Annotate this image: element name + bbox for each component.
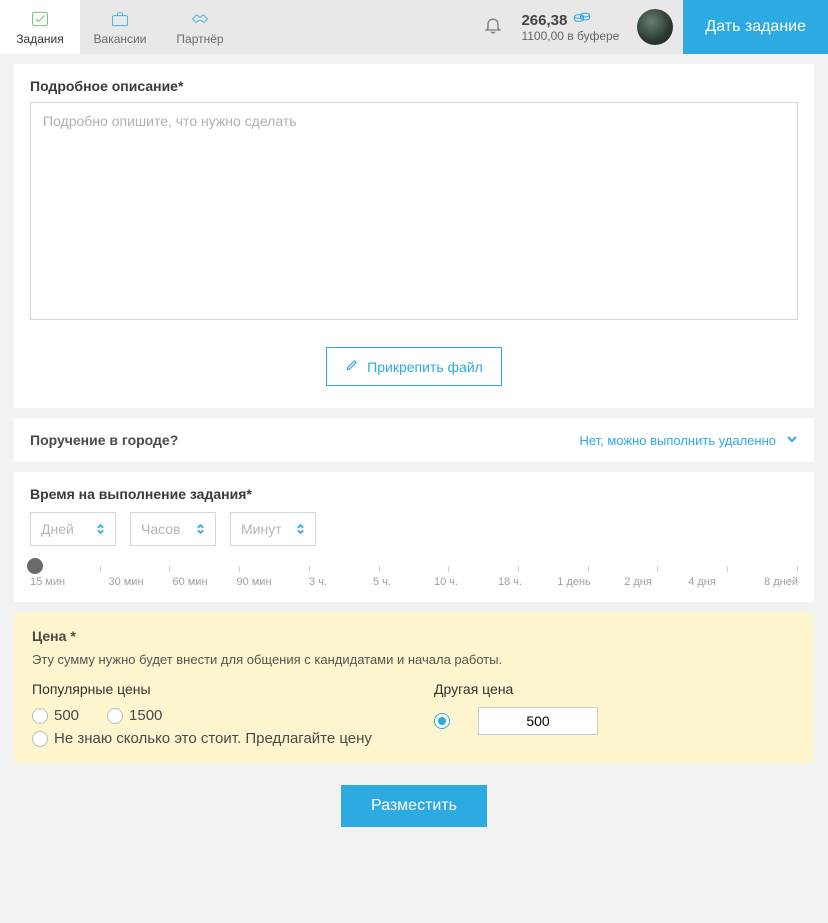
avatar[interactable] xyxy=(637,9,673,45)
other-price-col: Другая цена xyxy=(434,681,796,747)
slider-knob[interactable] xyxy=(27,558,43,574)
nav-tab-label: Задания xyxy=(16,32,63,46)
popular-prices-label: Популярные цены xyxy=(32,681,394,697)
attach-label: Прикрепить файл xyxy=(367,359,483,375)
slider-tick-label: 5 ч. xyxy=(350,576,414,588)
slider-tick-label: 4 дня xyxy=(670,576,734,588)
price-heading: Цена * xyxy=(32,628,796,644)
briefcase-icon xyxy=(110,8,130,30)
description-textarea[interactable] xyxy=(30,102,798,320)
balance-buffer: 1100,00 в буфере xyxy=(521,29,619,43)
city-answer-text: Нет, можно выполнить удаленно xyxy=(579,433,776,448)
chevron-down-icon xyxy=(786,433,798,448)
nav-tab-label: Вакансии xyxy=(94,32,147,46)
price-radio-1500[interactable]: 1500 xyxy=(107,707,162,724)
radio-icon xyxy=(107,708,123,724)
nav-tab-tasks[interactable]: Задания xyxy=(0,0,80,54)
price-note: Эту сумму нужно будет внести для общения… xyxy=(32,652,796,667)
submit-row: Разместить xyxy=(0,763,828,849)
stepper-arrows-icon xyxy=(296,523,305,535)
nav-tab-vacancies[interactable]: Вакансии xyxy=(80,0,160,54)
balance-block[interactable]: 266,38 1100,00 в буфере xyxy=(513,11,627,43)
price-radio-500[interactable]: 500 xyxy=(32,707,79,724)
handshake-icon xyxy=(190,8,210,30)
city-panel: Поручение в городе? Нет, можно выполнить… xyxy=(14,418,814,462)
price-radio-other[interactable] xyxy=(434,713,450,729)
stepper-arrows-icon xyxy=(96,523,105,535)
notifications-bell[interactable] xyxy=(473,15,513,40)
minutes-label: Минут xyxy=(241,521,282,537)
hours-label: Часов xyxy=(141,521,181,537)
days-stepper[interactable]: Дней xyxy=(30,512,116,546)
price-panel: Цена * Эту сумму нужно будет внести для … xyxy=(14,612,814,763)
price-radio-unknown[interactable]: Не знаю сколько это стоит. Предлагайте ц… xyxy=(32,730,394,747)
slider-tick-label: 1 день xyxy=(542,576,606,588)
popular-prices-col: Популярные цены 500 1500 Не знаю сколько… xyxy=(32,681,394,747)
attach-file-button[interactable]: Прикрепить файл xyxy=(326,347,502,386)
description-heading: Подробное описание* xyxy=(30,78,798,94)
days-label: Дней xyxy=(41,521,74,537)
price-input[interactable] xyxy=(478,707,598,735)
create-task-button[interactable]: Дать задание xyxy=(683,0,828,54)
nav-tab-partner[interactable]: Партнёр xyxy=(160,0,240,54)
other-price-label: Другая цена xyxy=(434,681,796,697)
slider-tick-label: 8 дней xyxy=(734,576,798,588)
pencil-icon xyxy=(345,358,359,375)
city-question: Поручение в городе? xyxy=(30,432,178,448)
slider-tick-label: 60 мин xyxy=(158,576,222,588)
radio-icon xyxy=(32,731,48,747)
time-panel: Время на выполнение задания* Дней Часов … xyxy=(14,472,814,602)
bell-icon xyxy=(483,15,503,40)
slider-tick-label: 30 мин xyxy=(94,576,158,588)
slider-tick-label: 10 ч. xyxy=(414,576,478,588)
slider-tick-label: 90 мин xyxy=(222,576,286,588)
hours-stepper[interactable]: Часов xyxy=(130,512,216,546)
slider-tick-label: 18 ч. xyxy=(478,576,542,588)
radio-icon xyxy=(434,713,450,729)
slider-tick-label: 2 дня xyxy=(606,576,670,588)
time-heading: Время на выполнение задания* xyxy=(30,486,798,502)
minutes-stepper[interactable]: Минут xyxy=(230,512,316,546)
radio-label: 500 xyxy=(54,707,79,724)
radio-label: Не знаю сколько это стоит. Предлагайте ц… xyxy=(54,730,372,747)
radio-icon xyxy=(32,708,48,724)
slider-tick-label: 3 ч. xyxy=(286,576,350,588)
balance-amount: 266,38 xyxy=(521,12,567,29)
description-panel: Подробное описание* Прикрепить файл xyxy=(14,64,814,408)
submit-button[interactable]: Разместить xyxy=(341,785,487,827)
check-envelope-icon xyxy=(30,8,50,30)
top-bar: Задания Вакансии Партнёр 266,38 1100,00 … xyxy=(0,0,828,54)
slider-tick-label: 15 мин xyxy=(30,576,94,588)
stepper-arrows-icon xyxy=(196,523,205,535)
nav-tab-label: Партнёр xyxy=(176,32,223,46)
city-answer-toggle[interactable]: Нет, можно выполнить удаленно xyxy=(579,433,798,448)
coins-icon xyxy=(573,11,591,29)
radio-label: 1500 xyxy=(129,707,162,724)
